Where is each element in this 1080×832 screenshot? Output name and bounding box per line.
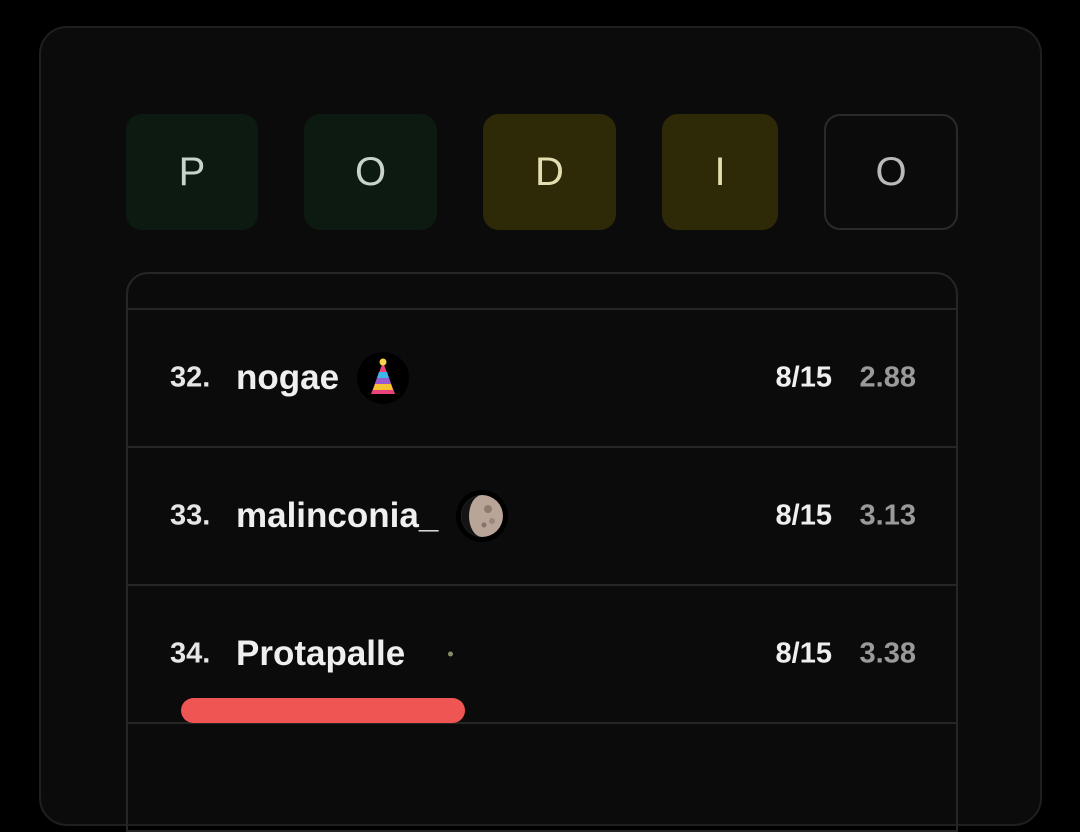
- letter-tile-5: O: [824, 114, 958, 230]
- letter-tile-2: O: [304, 114, 437, 230]
- row-average: 3.38: [859, 637, 916, 670]
- leaderboard-header: [128, 274, 956, 310]
- row-average: 3.13: [859, 499, 916, 532]
- row-username[interactable]: malinconia_: [236, 496, 438, 536]
- row-rank: 34.: [170, 637, 211, 670]
- dot-icon: [448, 651, 453, 657]
- leaderboard-row[interactable]: 33. malinconia_ 8/15 3.13: [128, 448, 956, 586]
- leaderboard-row[interactable]: [128, 724, 956, 830]
- row-rank: 32.: [170, 361, 211, 394]
- row-username[interactable]: nogae: [236, 358, 339, 398]
- leaderboard-row[interactable]: 32. nogae 8/15 2.88: [128, 310, 956, 448]
- row-score: 8/15: [775, 637, 832, 670]
- party-hat-icon: [357, 352, 409, 404]
- highlight-underline: [181, 698, 465, 723]
- leaderboard-list[interactable]: 32. nogae 8/15 2.88 33. malinconia_ 8/15…: [126, 272, 958, 832]
- row-score: 8/15: [775, 361, 832, 394]
- row-score: 8/15: [775, 499, 832, 532]
- row-rank: 33.: [170, 499, 211, 532]
- moon-icon: [456, 490, 508, 542]
- row-username[interactable]: Protapalle: [236, 634, 405, 674]
- letter-tile-3: D: [483, 114, 616, 230]
- letter-tile-1: P: [126, 114, 258, 230]
- row-average: 2.88: [859, 361, 916, 394]
- letter-tile-4: I: [662, 114, 778, 230]
